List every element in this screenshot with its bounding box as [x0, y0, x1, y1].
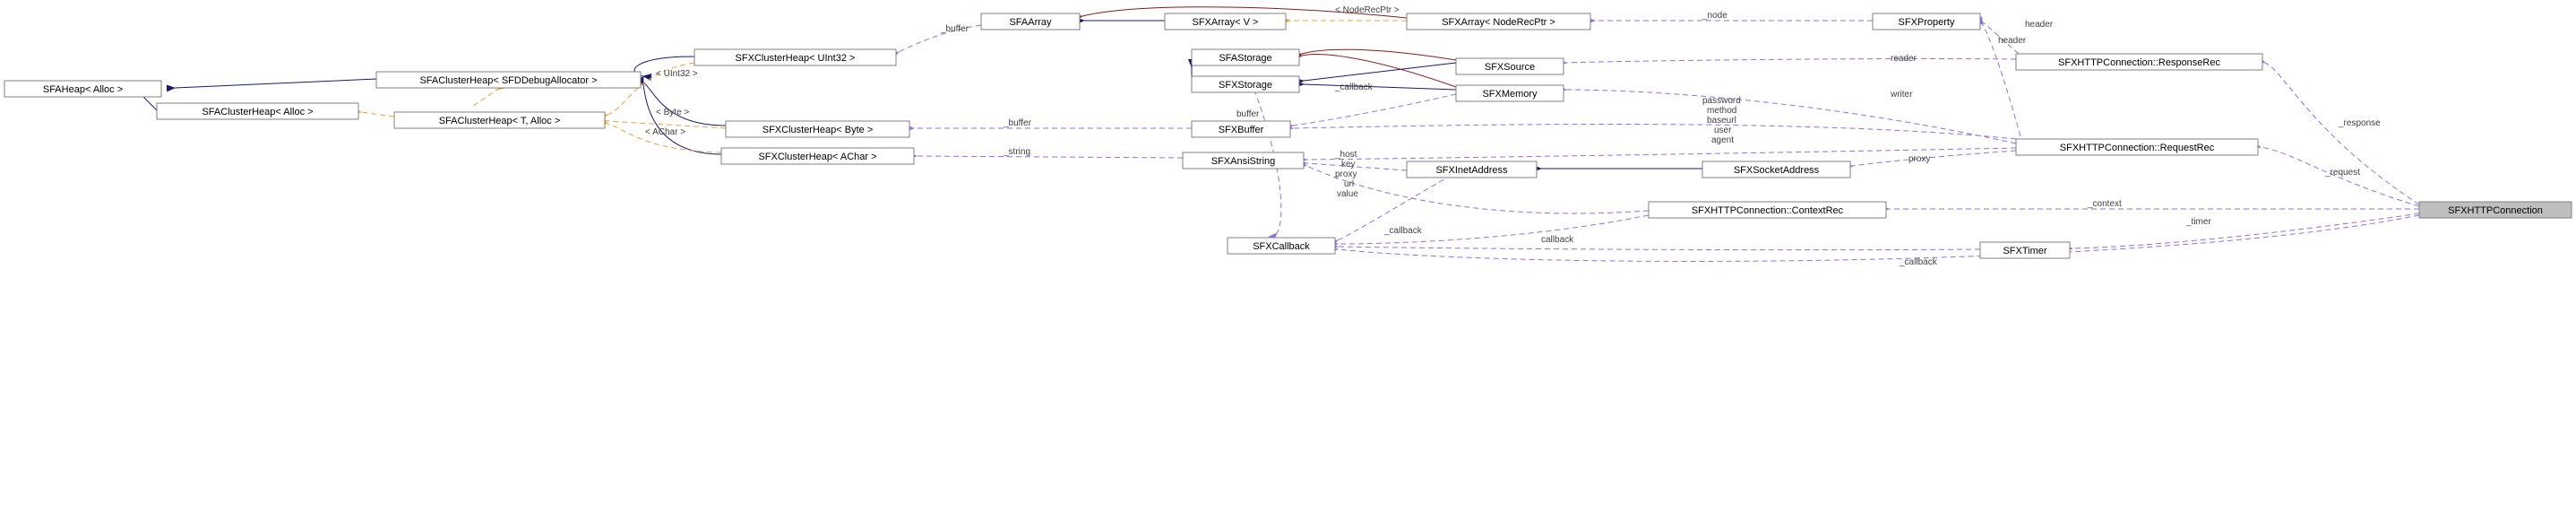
- node-label: SFXProperty: [1899, 17, 1955, 28]
- node-label: SFXSocketAddress: [1734, 165, 1820, 176]
- node-label: SFAClusterHeap< Alloc >: [202, 107, 313, 117]
- svg-text:agent: agent: [1711, 135, 1734, 145]
- node-SFAStorage[interactable]: SFAStorage: [1192, 49, 1299, 65]
- svg-text:reader: reader: [1891, 54, 1917, 64]
- node-label: SFXHTTPConnection::RequestRec: [2060, 143, 2215, 153]
- node-label: SFXClusterHeap< UInt32 >: [736, 53, 856, 64]
- node-ContextRec[interactable]: SFXHTTPConnection::ContextRec: [1649, 202, 1886, 218]
- node-SFXStorage[interactable]: SFXStorage: [1192, 76, 1299, 92]
- svg-text:proxy: proxy: [1908, 154, 1930, 164]
- node-SFXCallback[interactable]: SFXCallback: [1228, 238, 1335, 254]
- node-SFXSource[interactable]: SFXSource: [1456, 58, 1564, 74]
- node-SFAHeap[interactable]: SFAHeap< Alloc >: [4, 81, 161, 97]
- svg-text:header: header: [2025, 20, 2054, 30]
- node-SFXMemory[interactable]: SFXMemory: [1456, 85, 1564, 101]
- svg-text:baseurl: baseurl: [1707, 116, 1736, 126]
- node-SFXClusterHeap_B[interactable]: SFXClusterHeap< Byte >: [726, 121, 909, 137]
- svg-text:< AChar >: < AChar >: [645, 127, 685, 137]
- node-label: SFXHTTPConnection: [2448, 205, 2543, 216]
- node-label: SFXCallback: [1253, 241, 1310, 252]
- node-SFAClusterHeap_A[interactable]: SFAClusterHeap< Alloc >: [157, 103, 358, 119]
- node-label: SFXHTTPConnection::ContextRec: [1692, 205, 1844, 216]
- node-label: SFAClusterHeap< T, Alloc >: [439, 116, 561, 126]
- node-SFXHTTP[interactable]: SFXHTTPConnection: [2419, 202, 2572, 218]
- node-label: SFXInetAddress: [1435, 165, 1508, 176]
- node-SFXSocketAddress[interactable]: SFXSocketAddress: [1702, 161, 1850, 178]
- svg-text:< UInt32 >: < UInt32 >: [656, 69, 698, 79]
- node-label: SFXBuffer: [1219, 125, 1264, 135]
- node-SFXAnsiString[interactable]: SFXAnsiString: [1183, 152, 1304, 169]
- node-label: SFXMemory: [1482, 89, 1538, 100]
- svg-text:_string: _string: [1003, 147, 1030, 157]
- svg-text:_context: _context: [2087, 199, 2122, 209]
- node-label: SFAHeap< Alloc >: [43, 84, 123, 95]
- node-label: SFXTimer: [2003, 246, 2046, 256]
- node-label: SFAArray: [1009, 17, 1052, 28]
- node-SFXInetAddress[interactable]: SFXInetAddress: [1407, 161, 1537, 178]
- svg-text:_node: _node: [1702, 11, 1727, 21]
- node-SFAClusterHeap_T[interactable]: SFAClusterHeap< T, Alloc >: [394, 112, 605, 128]
- node-label: SFAStorage: [1219, 53, 1271, 64]
- svg-text:< Byte >: < Byte >: [656, 108, 689, 117]
- node-ResponseRec[interactable]: SFXHTTPConnection::ResponseRec: [2016, 54, 2262, 70]
- svg-text:callback: callback: [1541, 235, 1574, 245]
- svg-text:_request: _request: [2324, 168, 2360, 178]
- svg-text:method: method: [1707, 106, 1736, 116]
- node-label: SFXClusterHeap< AChar >: [758, 152, 876, 162]
- svg-text:_callback: _callback: [1899, 257, 1938, 267]
- svg-text:writer: writer: [1890, 90, 1913, 100]
- node-label: SFXSource: [1485, 62, 1535, 73]
- svg-text:_callback: _callback: [1334, 83, 1374, 92]
- svg-text:_buffer: _buffer: [940, 24, 969, 34]
- node-label: SFXHTTPConnection::ResponseRec: [2058, 57, 2220, 68]
- node-label: SFXStorage: [1219, 80, 1272, 91]
- svg-text:_response: _response: [2338, 118, 2381, 128]
- node-SFXClusterHeap_U[interactable]: SFXClusterHeap< UInt32 >: [694, 49, 896, 65]
- node-label: SFXArray< NodeRecPtr >: [1442, 17, 1555, 28]
- node-SFXBuffer[interactable]: SFXBuffer: [1192, 121, 1290, 137]
- svg-text:proxy: proxy: [1335, 169, 1357, 179]
- node-RequestRec[interactable]: SFXHTTPConnection::RequestRec: [2016, 139, 2258, 155]
- svg-text:_timer: _timer: [2185, 217, 2211, 227]
- node-label: SFAClusterHeap< SFDDebugAllocator >: [419, 75, 597, 86]
- svg-text:_buffer: _buffer: [1003, 118, 1032, 128]
- svg-text:password: password: [1702, 96, 1741, 106]
- node-label: SFXArray< V >: [1193, 17, 1259, 28]
- svg-text:buffer: buffer: [1236, 109, 1260, 119]
- svg-text:url: url: [1344, 179, 1354, 189]
- node-SFXArray_N[interactable]: SFXArray< NodeRecPtr >: [1407, 13, 1590, 30]
- collaboration-diagram: SFAHeap< Alloc > SFAClusterHeap< Alloc > S…: [0, 0, 2576, 530]
- node-label: SFXAnsiString: [1211, 156, 1276, 167]
- node-SFXClusterHeap_C[interactable]: SFXClusterHeap< AChar >: [721, 148, 914, 164]
- svg-text:key: key: [1341, 160, 1356, 169]
- node-label: SFXClusterHeap< Byte >: [762, 125, 874, 135]
- svg-text:value: value: [1337, 189, 1358, 199]
- node-SFXTimer[interactable]: SFXTimer: [1980, 242, 2070, 258]
- svg-text:user: user: [1714, 126, 1732, 135]
- node-SFXProperty[interactable]: SFXProperty: [1873, 13, 1980, 30]
- svg-text:header: header: [1998, 36, 2027, 46]
- node-SFXArray_V[interactable]: SFXArray< V >: [1165, 13, 1286, 30]
- svg-text:_host: _host: [1334, 150, 1357, 160]
- svg-text:_callback: _callback: [1383, 226, 1423, 236]
- node-SFAClusterHeap_D[interactable]: SFAClusterHeap< SFDDebugAllocator >: [376, 72, 641, 88]
- svg-text:< NodeRecPtr >: < NodeRecPtr >: [1335, 5, 1400, 15]
- node-SFAArray[interactable]: SFAArray: [981, 13, 1080, 30]
